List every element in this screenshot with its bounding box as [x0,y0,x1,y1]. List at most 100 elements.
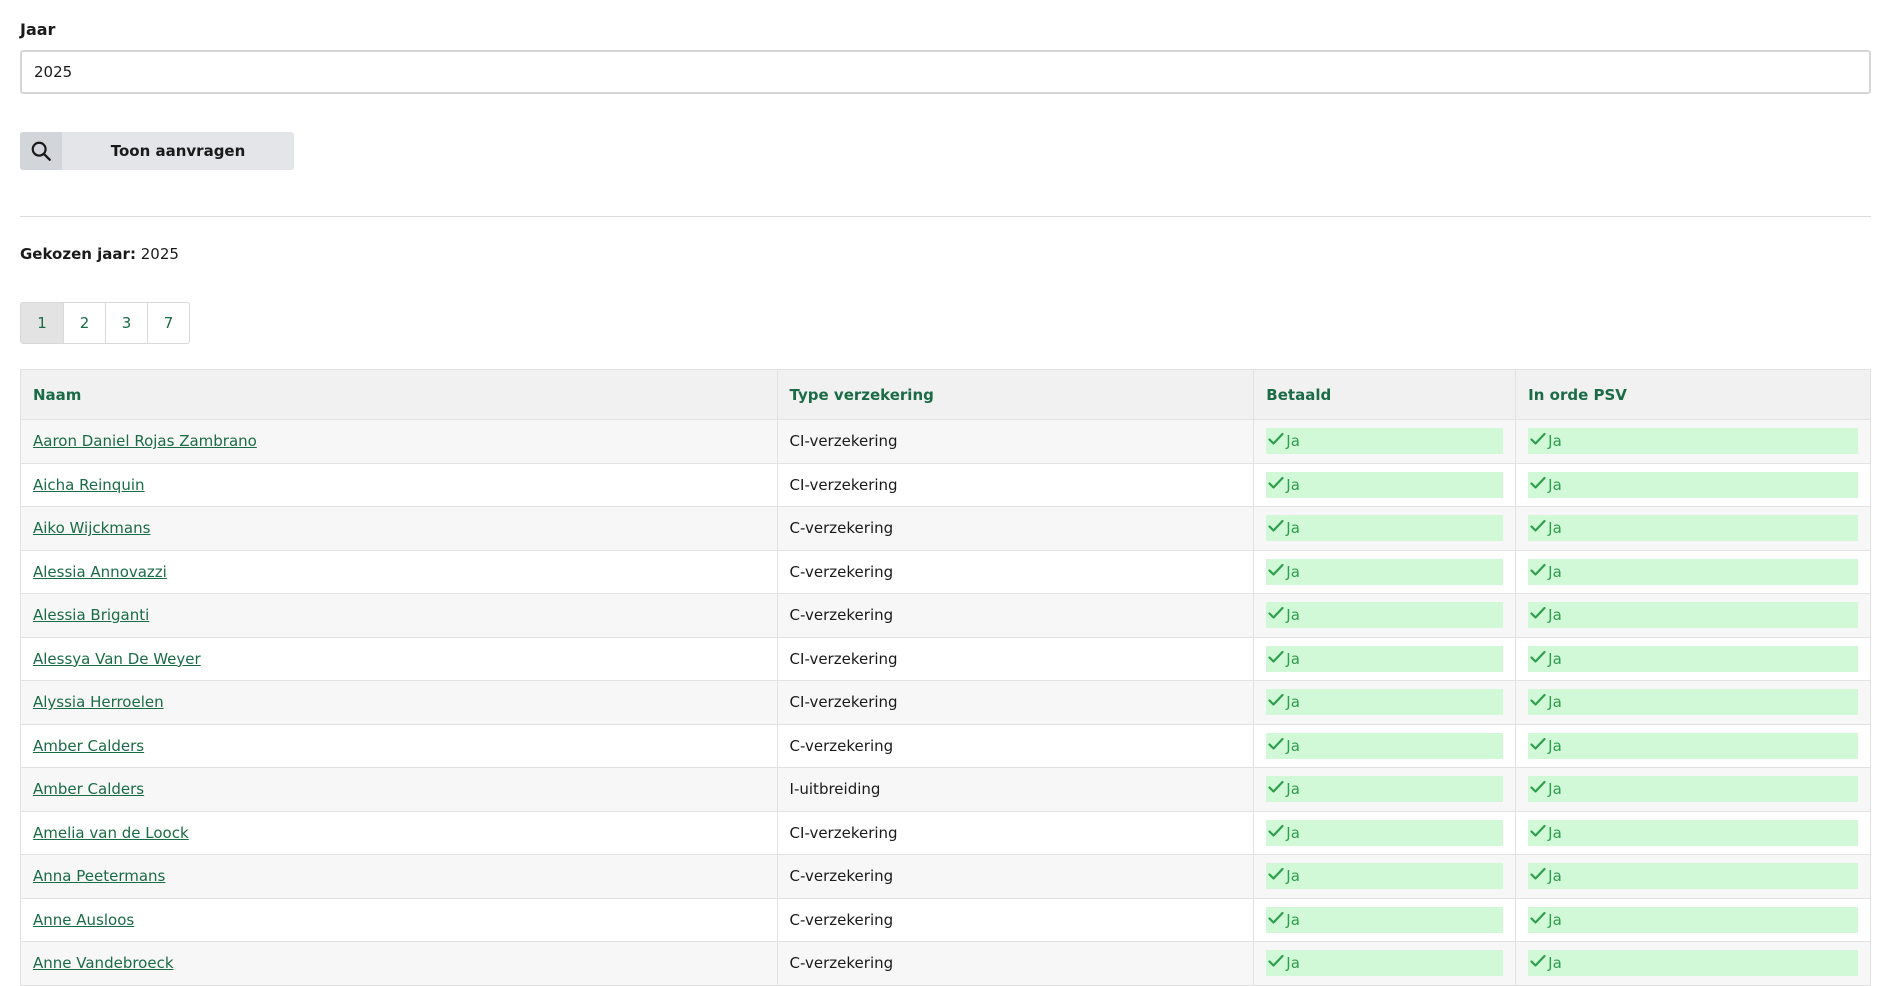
cell-paid: Ja [1253,419,1517,464]
psv-value: Ja [1548,867,1562,886]
paid-value: Ja [1286,823,1300,842]
check-icon [1268,911,1286,929]
check-icon [1268,867,1286,885]
page-link-1[interactable]: 1 [21,303,63,343]
psv-value: Ja [1548,954,1562,973]
paid-value: Ja [1286,432,1300,451]
psv-status: Ja [1528,471,1858,498]
page-link-2[interactable]: 2 [63,303,105,343]
cell-name: Amber Calders [20,767,778,812]
participant-link[interactable]: Amber Calders [33,780,144,798]
cell-psv: Ja [1515,854,1871,899]
psv-value: Ja [1548,649,1562,668]
header-paid[interactable]: Betaald [1253,369,1517,420]
paid-status: Ja [1266,645,1504,672]
check-icon [1268,737,1286,755]
psv-status: Ja [1528,645,1858,672]
year-input[interactable] [20,50,1871,94]
header-name[interactable]: Naam [20,369,778,420]
cell-name: Alessia Annovazzi [20,549,778,594]
cell-type: CI-verzekering [776,636,1255,681]
check-icon [1530,432,1548,450]
participant-link[interactable]: Alessya Van De Weyer [33,650,201,668]
psv-value: Ja [1548,432,1562,451]
paid-value: Ja [1286,954,1300,973]
check-icon [1530,606,1548,624]
check-icon [1530,911,1548,929]
table-row: Anne Ausloos C-verzekering Ja Ja [20,897,1871,942]
cell-name: Aaron Daniel Rojas Zambrano [20,419,778,464]
table-header-row: Naam Type verzekering Betaald In orde PS… [20,369,1871,420]
cell-psv: Ja [1515,897,1871,942]
participant-link[interactable]: Alyssia Herroelen [33,693,164,711]
table-body: Aaron Daniel Rojas Zambrano CI-verzekerin… [20,419,1871,986]
participant-link[interactable]: Anne Ausloos [33,911,134,929]
table-row: Amber Calders C-verzekering Ja Ja [20,723,1871,768]
check-icon [1530,563,1548,581]
psv-value: Ja [1548,606,1562,625]
page-link-7[interactable]: 7 [147,303,189,343]
psv-status: Ja [1528,515,1858,542]
cell-psv: Ja [1515,636,1871,681]
psv-status: Ja [1528,950,1858,977]
cell-psv: Ja [1515,506,1871,551]
requests-table: Naam Type verzekering Betaald In orde PS… [20,369,1871,986]
participant-link[interactable]: Amelia van de Loock [33,824,189,842]
cell-type: C-verzekering [776,593,1255,638]
paid-status: Ja [1266,558,1504,585]
table-row: Alyssia Herroelen CI-verzekering Ja Ja [20,680,1871,725]
cell-type: CI-verzekering [776,419,1255,464]
show-requests-label: Toon aanvragen [110,142,246,160]
header-type[interactable]: Type verzekering [776,369,1255,420]
participant-link[interactable]: Amber Calders [33,737,144,755]
table-row: Aicha Reinquin CI-verzekering Ja Ja [20,462,1871,507]
cell-type: CI-verzekering [776,680,1255,725]
check-icon [1530,650,1548,668]
cell-name: Alessya Van De Weyer [20,636,778,681]
psv-value: Ja [1548,475,1562,494]
psv-status: Ja [1528,428,1858,455]
check-icon [1268,563,1286,581]
paid-value: Ja [1286,519,1300,538]
cell-psv: Ja [1515,419,1871,464]
table-row: Anne Vandebroeck C-verzekering Ja Ja [20,941,1871,986]
paid-status: Ja [1266,819,1504,846]
psv-value: Ja [1548,823,1562,842]
cell-name: Alyssia Herroelen [20,680,778,725]
cell-name: Aiko Wijckmans [20,506,778,551]
paid-value: Ja [1286,736,1300,755]
cell-type: C-verzekering [776,897,1255,942]
cell-psv: Ja [1515,767,1871,812]
check-icon [1268,606,1286,624]
cell-psv: Ja [1515,680,1871,725]
participant-link[interactable]: Aicha Reinquin [33,476,145,494]
page: Jaar Toon aanvragen Gekozen jaar: 2025 1… [0,0,1890,986]
page-link-3[interactable]: 3 [105,303,147,343]
cell-paid: Ja [1253,636,1517,681]
psv-status: Ja [1528,602,1858,629]
cell-type: C-verzekering [776,549,1255,594]
cell-psv: Ja [1515,462,1871,507]
participant-link[interactable]: Anna Peetermans [33,867,165,885]
psv-value: Ja [1548,780,1562,799]
cell-name: Amber Calders [20,723,778,768]
participant-link[interactable]: Alessia Annovazzi [33,563,167,581]
check-icon [1530,693,1548,711]
cell-paid: Ja [1253,593,1517,638]
paid-status: Ja [1266,689,1504,716]
check-icon [1530,867,1548,885]
header-psv[interactable]: In orde PSV [1515,369,1871,420]
participant-link[interactable]: Alessia Briganti [33,606,149,624]
participant-link[interactable]: Aaron Daniel Rojas Zambrano [33,432,257,450]
check-icon [1268,650,1286,668]
show-requests-button[interactable]: Toon aanvragen [20,132,294,170]
paid-value: Ja [1286,910,1300,929]
participant-link[interactable]: Anne Vandebroeck [33,954,174,972]
paid-status: Ja [1266,471,1504,498]
participant-link[interactable]: Aiko Wijckmans [33,519,150,537]
table-row: Anna Peetermans C-verzekering Ja Ja [20,854,1871,899]
cell-psv: Ja [1515,593,1871,638]
cell-type: CI-verzekering [776,810,1255,855]
cell-paid: Ja [1253,897,1517,942]
table-row: Aiko Wijckmans C-verzekering Ja Ja [20,506,1871,551]
